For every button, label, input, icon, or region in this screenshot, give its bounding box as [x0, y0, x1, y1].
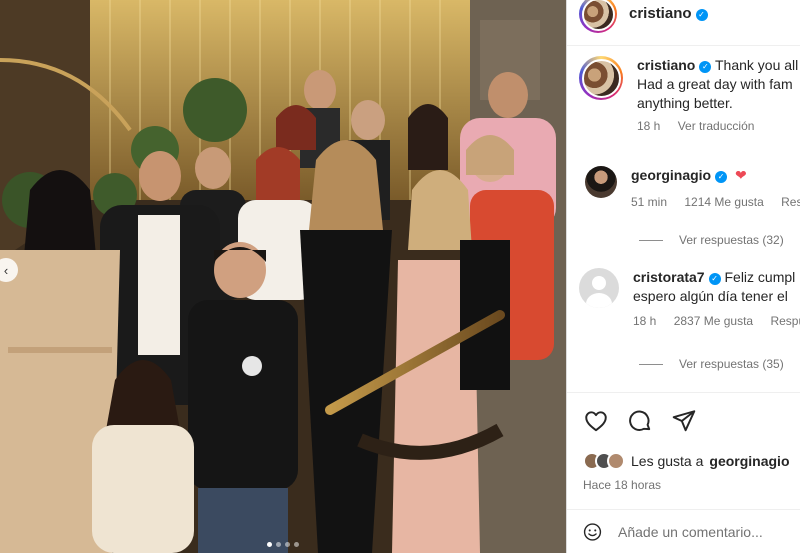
caption-text-2: Had a great day with fam — [637, 76, 793, 92]
caption: cristiano ✓ Thank you all Had a great day… — [579, 56, 800, 133]
carousel-dot — [285, 542, 290, 547]
comment-likes[interactable]: 1214 Me gusta — [684, 195, 763, 209]
add-comment-bar — [567, 510, 800, 553]
comment-item: georginagio ✓ ❤ 51 min 1214 Me gusta Resp — [579, 166, 800, 209]
carousel-dots — [0, 542, 566, 547]
avatar-image — [581, 0, 615, 31]
send-icon[interactable] — [671, 408, 697, 434]
comment-body: cristorata7 ✓ Feliz cumpl — [633, 268, 800, 287]
header-divider — [567, 45, 800, 46]
comment-icon[interactable] — [627, 408, 653, 434]
heart-icon[interactable] — [583, 408, 609, 434]
smiley-icon[interactable] — [583, 520, 602, 544]
caption-username[interactable]: cristiano — [637, 57, 695, 73]
carousel-dot — [267, 542, 272, 547]
caption-line-1: cristiano ✓ Thank you all — [637, 56, 798, 75]
caption-text-3: anything better. — [637, 95, 733, 111]
actions-divider — [567, 392, 800, 393]
avatar-image — [581, 58, 621, 98]
post-side-panel: cristiano ✓ cristiano ✓ Thank you all Had … — [567, 0, 800, 553]
caption-meta: 18 h Ver traducción — [637, 119, 798, 133]
verified-badge-icon: ✓ — [708, 272, 721, 285]
caption-avatar[interactable] — [579, 56, 623, 100]
comment-text-2: espero algún día tener el — [633, 288, 788, 304]
comment-time: 18 h — [633, 314, 657, 328]
view-replies[interactable]: Ver respuestas (32) — [639, 233, 784, 247]
liker-avatar — [607, 452, 625, 470]
comment-body: georginagio ✓ ❤ — [631, 166, 800, 185]
post-header: cristiano ✓ — [579, 0, 708, 36]
carousel-dot — [294, 542, 299, 547]
carousel-dot — [276, 542, 281, 547]
post-time-ago[interactable]: Hace 18 horas — [583, 478, 661, 492]
caption-time: 18 h — [637, 119, 661, 133]
translate-link[interactable]: Ver traducción — [678, 119, 755, 133]
red-heart-emoji: ❤ — [735, 167, 747, 183]
replies-line — [639, 363, 663, 365]
view-replies-label[interactable]: Ver respuestas (32) — [679, 233, 784, 247]
verified-badge-icon: ✓ — [715, 170, 728, 183]
likes-summary: Les gusta a georginagio — [583, 452, 790, 470]
replies-line — [639, 239, 663, 241]
comment-username[interactable]: cristorata7 — [633, 269, 705, 285]
liker-avatars — [583, 452, 625, 470]
comment-input[interactable] — [616, 522, 800, 541]
likes-user[interactable]: georginagio — [709, 453, 789, 469]
family-photo-illustration — [0, 0, 566, 553]
post-username[interactable]: cristiano — [629, 5, 692, 22]
avatar[interactable] — [579, 0, 617, 33]
comment-meta: 51 min 1214 Me gusta Resp — [631, 195, 800, 209]
verified-badge-icon: ✓ — [695, 8, 708, 21]
verified-badge-icon: ✓ — [699, 60, 712, 73]
comment-meta: 18 h 2837 Me gusta Respu — [633, 314, 800, 328]
view-replies-label[interactable]: Ver respuestas (35) — [679, 357, 784, 371]
reply-link[interactable]: Respu — [770, 314, 800, 328]
likes-prefix: Les gusta a — [631, 453, 704, 469]
comment-item: cristorata7 ✓ Feliz cumpl espero algún dí… — [579, 268, 800, 328]
post-actions — [583, 408, 697, 434]
commenter-avatar[interactable] — [585, 166, 617, 198]
view-replies[interactable]: Ver respuestas (35) — [639, 357, 784, 371]
comment-time: 51 min — [631, 195, 668, 209]
post-photo[interactable]: ‹ — [0, 0, 566, 553]
comment-username[interactable]: georginagio — [631, 167, 711, 183]
comment-likes[interactable]: 2837 Me gusta — [674, 314, 753, 328]
commenter-avatar[interactable] — [579, 268, 619, 308]
reply-link[interactable]: Resp — [781, 195, 800, 209]
comment-text-1: Feliz cumpl — [724, 269, 796, 285]
caption-text-1: Thank you all — [715, 57, 799, 73]
